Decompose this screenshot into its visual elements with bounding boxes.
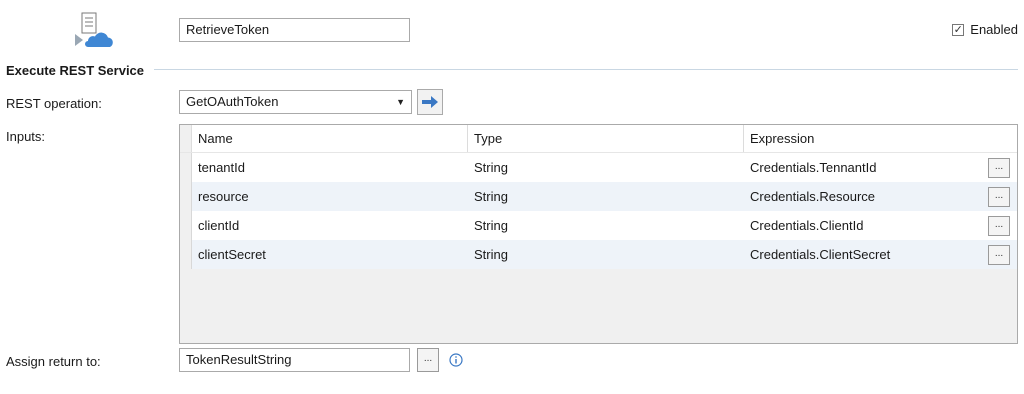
go-to-operation-button[interactable] bbox=[417, 89, 443, 115]
section-divider bbox=[154, 69, 1018, 70]
rest-operation-value: GetOAuthToken bbox=[186, 94, 279, 109]
activity-name-input[interactable]: RetrieveToken bbox=[179, 18, 410, 42]
dropdown-arrow-icon: ▼ bbox=[396, 97, 405, 107]
enabled-toggle[interactable]: ✓ Enabled bbox=[952, 22, 1018, 37]
input-name: clientSecret bbox=[198, 247, 266, 262]
arrow-right-icon bbox=[422, 96, 438, 108]
info-icon[interactable] bbox=[449, 353, 463, 367]
assign-return-input[interactable]: TokenResultString bbox=[179, 348, 410, 372]
rest-service-cloud-icon bbox=[75, 12, 113, 47]
section-title: Execute REST Service bbox=[6, 63, 145, 78]
input-expression: Credentials.TennantId bbox=[750, 160, 877, 175]
input-type: String bbox=[474, 189, 508, 204]
inputs-label: Inputs: bbox=[6, 129, 46, 144]
input-name: tenantId bbox=[198, 160, 245, 175]
rest-operation-label: REST operation: bbox=[6, 96, 102, 111]
column-header-expression[interactable]: Expression bbox=[744, 125, 1017, 152]
table-row[interactable]: resource String Credentials.Resource ... bbox=[180, 182, 1017, 211]
row-selector[interactable] bbox=[180, 182, 192, 211]
rest-operation-select[interactable]: GetOAuthToken ▼ bbox=[179, 90, 412, 114]
assign-return-label: Assign return to: bbox=[6, 354, 101, 369]
row-selector[interactable] bbox=[180, 240, 192, 269]
input-expression: Credentials.ClientId bbox=[750, 218, 864, 233]
table-row[interactable]: tenantId String Credentials.TennantId ..… bbox=[180, 153, 1017, 182]
edit-expression-button[interactable]: ... bbox=[988, 158, 1010, 178]
column-header-name[interactable]: Name bbox=[192, 125, 468, 152]
column-header-type[interactable]: Type bbox=[468, 125, 744, 152]
table-row[interactable]: clientId String Credentials.ClientId ... bbox=[180, 211, 1017, 240]
row-selector[interactable] bbox=[180, 211, 192, 240]
inputs-grid[interactable]: Name Type Expression tenantId String Cre… bbox=[179, 124, 1018, 344]
input-expression: Credentials.Resource bbox=[750, 189, 876, 204]
input-name: clientId bbox=[198, 218, 240, 233]
table-row[interactable]: clientSecret String Credentials.ClientSe… bbox=[180, 240, 1017, 269]
edit-expression-button[interactable]: ... bbox=[988, 187, 1010, 207]
input-name: resource bbox=[198, 189, 249, 204]
input-type: String bbox=[474, 160, 508, 175]
enabled-label: Enabled bbox=[970, 22, 1018, 37]
input-expression: Credentials.ClientSecret bbox=[750, 247, 891, 262]
grid-header: Name Type Expression bbox=[180, 125, 1017, 153]
input-type: String bbox=[474, 218, 508, 233]
row-selector[interactable] bbox=[180, 153, 192, 182]
input-type: String bbox=[474, 247, 508, 262]
browse-variable-button[interactable]: ... bbox=[417, 348, 439, 372]
edit-expression-button[interactable]: ... bbox=[988, 216, 1010, 236]
enabled-checkbox[interactable]: ✓ bbox=[952, 23, 965, 36]
header-row-selector bbox=[180, 125, 192, 152]
edit-expression-button[interactable]: ... bbox=[988, 245, 1010, 265]
